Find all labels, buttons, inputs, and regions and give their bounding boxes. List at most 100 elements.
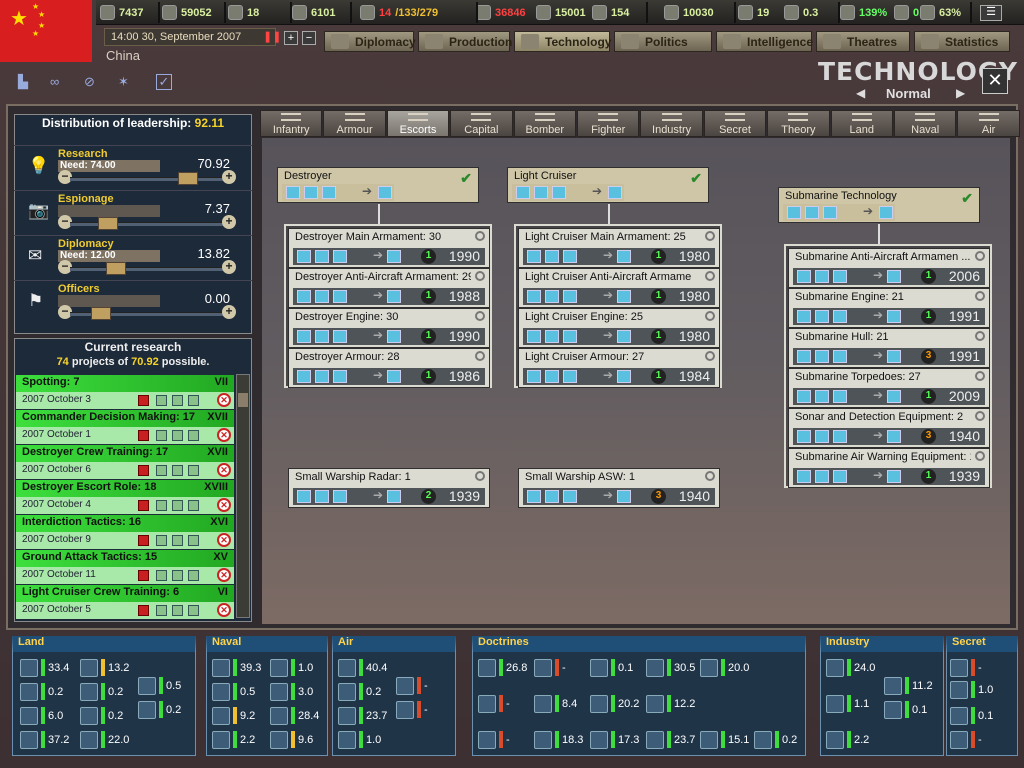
magnify-icon[interactable] xyxy=(475,271,485,281)
up-arrow-icon[interactable] xyxy=(172,465,183,476)
tech-summary-item[interactable]: 1.0 xyxy=(950,680,1012,699)
resource-item[interactable]: 6101 xyxy=(292,3,335,22)
up-arrow-icon[interactable] xyxy=(172,430,183,441)
tech-summary-item[interactable]: 24.0 xyxy=(826,658,888,677)
tech-summary-item[interactable]: 0.5 xyxy=(212,682,274,701)
speed-down-button[interactable]: − xyxy=(302,31,316,45)
research-queue-item[interactable]: Ground Attack Tactics: 15 XV 2007 October … xyxy=(16,550,234,584)
research-queue-item[interactable]: Destroyer Crew Training: 17 XVII 2007 Octo… xyxy=(16,445,234,479)
tech-summary-item[interactable]: 0.2 xyxy=(338,682,400,701)
cancel-research-button[interactable]: ✕ xyxy=(217,603,231,617)
top-arrow-icon[interactable] xyxy=(188,395,199,406)
tech-card[interactable]: Light Cruiser Main Armament: 25 ➔ 1 1980 xyxy=(518,228,720,268)
tech-summary-item[interactable]: 17.3 xyxy=(590,730,652,749)
tech-summary-item[interactable]: 2.2 xyxy=(212,730,274,749)
tech-tab-bomber[interactable]: Bomber xyxy=(513,110,576,137)
tech-card[interactable]: Destroyer Main Armament: 30 ➔ 1 1990 xyxy=(288,228,490,268)
tech-summary-item[interactable]: 23.7 xyxy=(338,706,400,725)
tech-tab-escorts[interactable]: Escorts xyxy=(386,110,450,137)
tech-tab-armour[interactable]: Armour xyxy=(323,110,386,137)
tech-summary-item[interactable]: 1.0 xyxy=(270,658,332,677)
tech-card[interactable]: Destroyer Engine: 30 ➔ 1 1990 xyxy=(288,308,490,348)
increase-button[interactable]: + xyxy=(222,170,236,184)
resource-item[interactable]: 14/133/279 xyxy=(360,3,438,22)
tech-summary-item[interactable]: - xyxy=(950,730,1012,749)
down-arrow-icon[interactable] xyxy=(156,465,167,476)
research-queue-item[interactable]: Commander Decision Making: 17 XVII 2007 Oc… xyxy=(16,410,234,444)
tech-summary-item[interactable]: 0.2 xyxy=(138,700,200,719)
tech-card[interactable]: Submarine Hull: 21 ➔ 3 1991 xyxy=(788,328,990,368)
up-arrow-icon[interactable] xyxy=(172,500,183,511)
close-button[interactable]: ✕ xyxy=(982,68,1008,94)
cancel-research-button[interactable]: ✕ xyxy=(217,568,231,582)
leadership-slider[interactable] xyxy=(70,217,228,230)
tab-statistics[interactable]: Statistics xyxy=(914,31,1010,52)
tech-summary-item[interactable]: - xyxy=(478,730,540,749)
pause-icon[interactable]: ❚❚ xyxy=(263,31,281,45)
priority-button[interactable] xyxy=(138,395,149,406)
tech-card[interactable]: Destroyer Armour: 28 ➔ 1 1986 xyxy=(288,348,490,388)
research-queue-item[interactable]: Light Cruiser Crew Training: 6 VI 2007 Oct… xyxy=(16,585,234,619)
tech-summary-item[interactable]: 33.4 xyxy=(20,658,82,677)
tech-summary-item[interactable]: 20.0 xyxy=(700,658,762,677)
leadership-slider[interactable] xyxy=(70,172,228,185)
priority-button[interactable] xyxy=(138,605,149,616)
tab-politics[interactable]: Politics xyxy=(614,31,712,52)
priority-button[interactable] xyxy=(138,500,149,511)
resource-item[interactable]: 7437 xyxy=(100,3,143,22)
tech-summary-item[interactable]: 0.1 xyxy=(590,658,652,677)
resource-item[interactable]: 36846 xyxy=(476,3,526,22)
tech-summary-item[interactable]: 0.1 xyxy=(950,706,1012,725)
resource-item[interactable]: 63% xyxy=(920,3,961,22)
resource-item[interactable]: 154 xyxy=(592,3,629,22)
tech-summary-item[interactable]: 9.6 xyxy=(270,730,332,749)
tech-summary-item[interactable]: - xyxy=(534,658,596,677)
tech-summary-item[interactable]: 0.2 xyxy=(754,730,816,749)
tech-summary-item[interactable]: 11.2 xyxy=(884,676,946,695)
magnify-icon[interactable] xyxy=(475,471,485,481)
mode-next-icon[interactable]: ▶ xyxy=(956,86,965,100)
top-arrow-icon[interactable] xyxy=(188,430,199,441)
top-arrow-icon[interactable] xyxy=(188,500,199,511)
tech-summary-item[interactable]: 6.0 xyxy=(20,706,82,725)
resource-item[interactable]: 10030 xyxy=(664,3,714,22)
cancel-research-button[interactable]: ✕ xyxy=(217,393,231,407)
top-arrow-icon[interactable] xyxy=(188,465,199,476)
magnify-icon[interactable] xyxy=(975,331,985,341)
tech-card[interactable]: Submarine Engine: 21 ➔ 1 1991 xyxy=(788,288,990,328)
tech-tab-secret[interactable]: Secret xyxy=(703,110,767,137)
down-arrow-icon[interactable] xyxy=(156,535,167,546)
tech-summary-item[interactable]: 0.1 xyxy=(884,700,946,719)
up-arrow-icon[interactable] xyxy=(172,605,183,616)
tech-summary-item[interactable]: - xyxy=(396,700,458,719)
research-queue-item[interactable]: Destroyer Escort Role: 18 XVIII 2007 Octob… xyxy=(16,480,234,514)
magnify-icon[interactable] xyxy=(475,311,485,321)
magnify-icon[interactable] xyxy=(475,351,485,361)
tech-summary-item[interactable]: 26.8 xyxy=(478,658,540,677)
magnify-icon[interactable] xyxy=(975,251,985,261)
tech-card[interactable]: Destroyer ✔ ➔ xyxy=(277,167,479,203)
magnify-icon[interactable] xyxy=(705,231,715,241)
tab-technology[interactable]: Technology xyxy=(514,31,611,52)
magnify-icon[interactable] xyxy=(975,291,985,301)
tech-summary-item[interactable]: 13.2 xyxy=(80,658,142,677)
tech-summary-item[interactable]: 18.3 xyxy=(534,730,596,749)
priority-button[interactable] xyxy=(138,465,149,476)
resource-item[interactable]: 139% xyxy=(840,3,887,22)
cancel-research-button[interactable]: ✕ xyxy=(217,533,231,547)
tech-summary-item[interactable]: 30.5 xyxy=(646,658,708,677)
research-queue-item[interactable]: Spotting: 7 VII 2007 October 3 ✕ xyxy=(16,375,234,409)
tech-summary-item[interactable]: 0.2 xyxy=(20,682,82,701)
up-arrow-icon[interactable] xyxy=(172,395,183,406)
tech-card[interactable]: Destroyer Anti-Aircraft Armament: 29 ➔ 1 19… xyxy=(288,268,490,308)
leadership-slider[interactable] xyxy=(70,262,228,275)
top-arrow-icon[interactable] xyxy=(188,570,199,581)
tech-tab-capital[interactable]: Capital xyxy=(450,110,513,137)
magnify-icon[interactable] xyxy=(705,271,715,281)
tech-summary-item[interactable]: 3.0 xyxy=(270,682,332,701)
tab-theatres[interactable]: Theatres xyxy=(816,31,910,52)
tech-tab-fighter[interactable]: Fighter xyxy=(577,110,640,137)
slider-knob[interactable] xyxy=(91,307,111,320)
up-arrow-icon[interactable] xyxy=(172,570,183,581)
tech-card[interactable]: Light Cruiser Engine: 25 ➔ 1 1980 xyxy=(518,308,720,348)
